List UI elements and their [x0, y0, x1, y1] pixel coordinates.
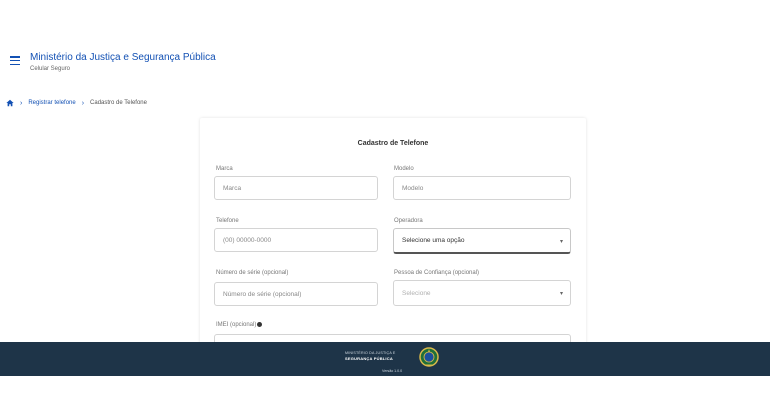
chevron-down-icon: ▾ — [559, 239, 563, 245]
footer-version: Versão 1.0.0 — [382, 369, 403, 373]
form-title: Cadastro de Telefone — [357, 140, 429, 147]
serie-label: Número de série (opcional) — [216, 270, 289, 276]
breadcrumb-current: Cadastro de Telefone — [90, 100, 147, 106]
imei-label-row: IMEI (opcional) — [216, 322, 263, 329]
marca-label: Marca — [216, 166, 233, 172]
confianca-select-value: Selecione — [402, 289, 431, 297]
breadcrumb-separator-icon: › — [20, 99, 23, 107]
footer: MINISTÉRIO DA JUSTIÇA E SEGURANÇA PÚBLIC… — [0, 342, 770, 376]
coat-of-arms-icon — [419, 347, 439, 367]
breadcrumb-separator-icon: › — [81, 99, 85, 107]
imei-label: IMEI (opcional) — [216, 322, 257, 329]
chevron-down-icon: ▾ — [559, 291, 563, 297]
confianca-select[interactable]: Selecione ▾ — [393, 280, 571, 306]
form-card: Cadastro de Telefone Marca Marca Modelo … — [200, 118, 586, 358]
footer-ministry-line2: SEGURANÇA PÚBLICA — [345, 356, 393, 361]
confianca-label: Pessoa de Confiança (opcional) — [394, 270, 480, 276]
menu-icon[interactable] — [10, 56, 20, 65]
app-subtitle: Celular Seguro — [30, 66, 71, 72]
modelo-label: Modelo — [394, 166, 414, 172]
telefone-label: Telefone — [216, 218, 239, 224]
breadcrumb: › Registrar telefone › Cadastro de Telef… — [6, 97, 147, 109]
app-header: Ministério da Justiça e Segurança Públic… — [0, 48, 770, 78]
breadcrumb-link-registrar[interactable]: Registrar telefone — [28, 100, 75, 106]
operadora-label: Operadora — [394, 218, 423, 224]
home-icon[interactable] — [6, 99, 14, 107]
operadora-select-value: Selecione uma opção — [402, 237, 465, 244]
modelo-input[interactable]: Modelo — [393, 176, 571, 200]
operadora-select[interactable]: Selecione uma opção ▾ — [393, 228, 571, 254]
app-title[interactable]: Ministério da Justiça e Segurança Públic… — [30, 52, 216, 63]
serie-input[interactable]: Número de série (opcional) — [214, 282, 378, 306]
footer-ministry-line1: MINISTÉRIO DA JUSTIÇA E — [345, 351, 396, 355]
info-icon[interactable] — [257, 322, 263, 327]
marca-input[interactable]: Marca — [214, 176, 378, 200]
telefone-input[interactable]: (00) 00000-0000 — [214, 228, 378, 252]
